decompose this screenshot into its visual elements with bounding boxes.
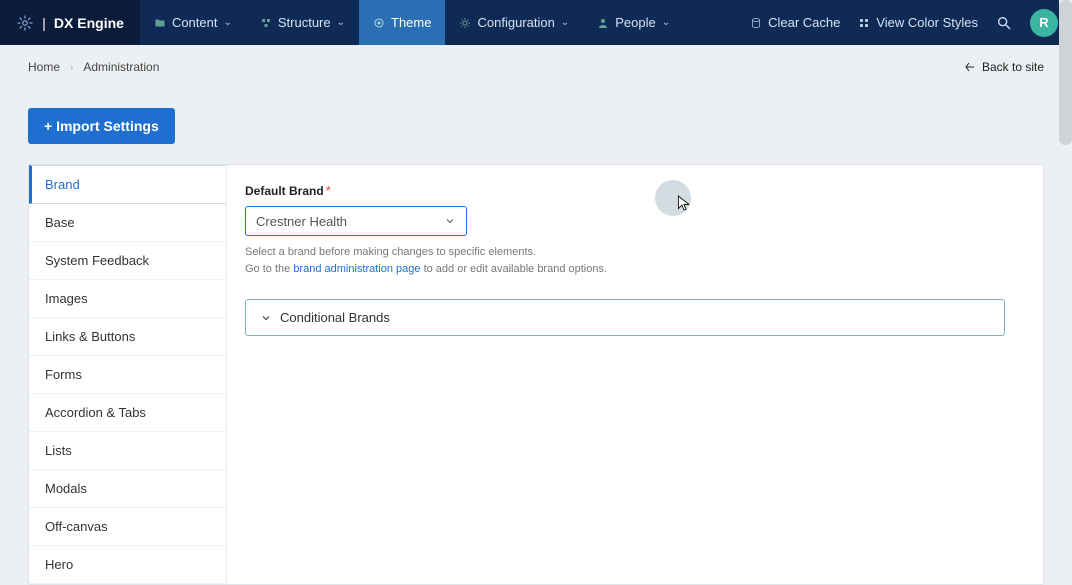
- page-content: + Import Settings Brand Base System Feed…: [28, 108, 1044, 550]
- theme-settings-card: Brand Base System Feedback Images Links …: [28, 164, 1044, 585]
- select-value: Crestner Health: [256, 214, 347, 229]
- help-text: Select a brand before making changes to …: [245, 244, 1025, 277]
- nav-item-label: Configuration: [477, 15, 554, 30]
- scrollbar-thumb[interactable]: [1059, 0, 1072, 145]
- brand-admin-link[interactable]: brand administration page: [293, 263, 420, 275]
- help-line-2a: Go to the: [245, 263, 293, 275]
- folder-icon: [154, 17, 166, 29]
- sidebar-item-brand[interactable]: Brand: [29, 165, 226, 204]
- theme-icon: [373, 17, 385, 29]
- chevron-down-icon: [444, 215, 456, 227]
- sidebar-item-label: Hero: [45, 557, 73, 572]
- back-icon: [964, 61, 976, 73]
- settings-sidebar: Brand Base System Feedback Images Links …: [29, 165, 227, 584]
- app-name: DX Engine: [54, 15, 124, 31]
- conditional-brands-accordion[interactable]: Conditional Brands: [245, 299, 1005, 336]
- chevron-down-icon: ⌄: [561, 17, 569, 28]
- back-label: Back to site: [982, 60, 1044, 74]
- nav-item-label: Theme: [391, 15, 431, 30]
- sidebar-item-modals[interactable]: Modals: [29, 470, 226, 508]
- field-default-brand: Default Brand* Crestner Health Select a …: [245, 183, 1025, 277]
- palette-icon: [858, 17, 870, 29]
- sidebar-item-label: Modals: [45, 481, 87, 496]
- sidebar-item-label: System Feedback: [45, 253, 149, 268]
- sidebar-item-label: Lists: [45, 443, 72, 458]
- search-icon[interactable]: [996, 15, 1012, 31]
- nav-item-label: Content: [172, 15, 218, 30]
- breadcrumb-bar: Home › Administration Back to site: [0, 45, 1072, 89]
- settings-panel: Default Brand* Crestner Health Select a …: [227, 165, 1043, 584]
- default-brand-select[interactable]: Crestner Health: [245, 206, 467, 236]
- breadcrumb: Home › Administration: [28, 60, 159, 74]
- structure-icon: [260, 17, 272, 29]
- clear-cache-button[interactable]: Clear Cache: [750, 15, 840, 30]
- sidebar-item-links-buttons[interactable]: Links & Buttons: [29, 318, 226, 356]
- view-colors-label: View Color Styles: [876, 15, 978, 30]
- nav-right: Clear Cache View Color Styles R: [736, 0, 1072, 45]
- person-icon: [597, 17, 609, 29]
- required-mark: *: [326, 183, 331, 198]
- accordion-title: Conditional Brands: [280, 310, 390, 325]
- chevron-right-icon: ›: [70, 62, 73, 73]
- nav-structure[interactable]: Structure ⌄: [246, 0, 359, 45]
- help-line-2b: to add or edit available brand options.: [421, 263, 608, 275]
- breadcrumb-admin[interactable]: Administration: [83, 60, 159, 74]
- sidebar-item-hero[interactable]: Hero: [29, 546, 226, 584]
- breadcrumb-home[interactable]: Home: [28, 60, 60, 74]
- nav-people[interactable]: People ⌄: [583, 0, 684, 45]
- view-color-styles-button[interactable]: View Color Styles: [858, 15, 978, 30]
- help-line-1: Select a brand before making changes to …: [245, 244, 1025, 261]
- sidebar-item-label: Accordion & Tabs: [45, 405, 146, 420]
- sidebar-item-label: Brand: [45, 177, 80, 192]
- sidebar-item-system-feedback[interactable]: System Feedback: [29, 242, 226, 280]
- nav-theme[interactable]: Theme: [359, 0, 445, 45]
- chevron-down-icon: ⌄: [223, 17, 231, 28]
- sidebar-item-lists[interactable]: Lists: [29, 432, 226, 470]
- app-logo-icon: [16, 14, 34, 32]
- sidebar-item-accordion-tabs[interactable]: Accordion & Tabs: [29, 394, 226, 432]
- default-brand-label: Default Brand: [245, 184, 324, 198]
- sidebar-item-label: Off-canvas: [45, 519, 108, 534]
- nav-content[interactable]: Content ⌄: [140, 0, 246, 45]
- chevron-down-icon: ⌄: [337, 17, 345, 28]
- database-icon: [750, 17, 762, 29]
- nav-item-label: Structure: [278, 15, 331, 30]
- nav-items: Content ⌄ Structure ⌄ Theme Configuratio…: [140, 0, 684, 45]
- nav-item-label: People: [615, 15, 655, 30]
- sidebar-item-label: Base: [45, 215, 75, 230]
- sidebar-item-images[interactable]: Images: [29, 280, 226, 318]
- app-brand[interactable]: | DX Engine: [0, 0, 140, 45]
- gear-icon: [459, 17, 471, 29]
- chevron-down-icon: [260, 312, 272, 324]
- chevron-down-icon: ⌄: [662, 17, 670, 28]
- back-to-site-link[interactable]: Back to site: [964, 60, 1044, 74]
- top-nav: | DX Engine Content ⌄ Structure ⌄ Theme …: [0, 0, 1072, 45]
- sidebar-item-off-canvas[interactable]: Off-canvas: [29, 508, 226, 546]
- sidebar-item-forms[interactable]: Forms: [29, 356, 226, 394]
- avatar-initial: R: [1039, 15, 1048, 30]
- import-settings-button[interactable]: + Import Settings: [28, 108, 175, 144]
- clear-cache-label: Clear Cache: [768, 15, 840, 30]
- sidebar-item-base[interactable]: Base: [29, 204, 226, 242]
- sidebar-item-label: Links & Buttons: [45, 329, 135, 344]
- user-avatar[interactable]: R: [1030, 9, 1058, 37]
- sidebar-item-label: Forms: [45, 367, 82, 382]
- cursor-icon: [677, 194, 691, 212]
- nav-configuration[interactable]: Configuration ⌄: [445, 0, 583, 45]
- sidebar-item-label: Images: [45, 291, 88, 306]
